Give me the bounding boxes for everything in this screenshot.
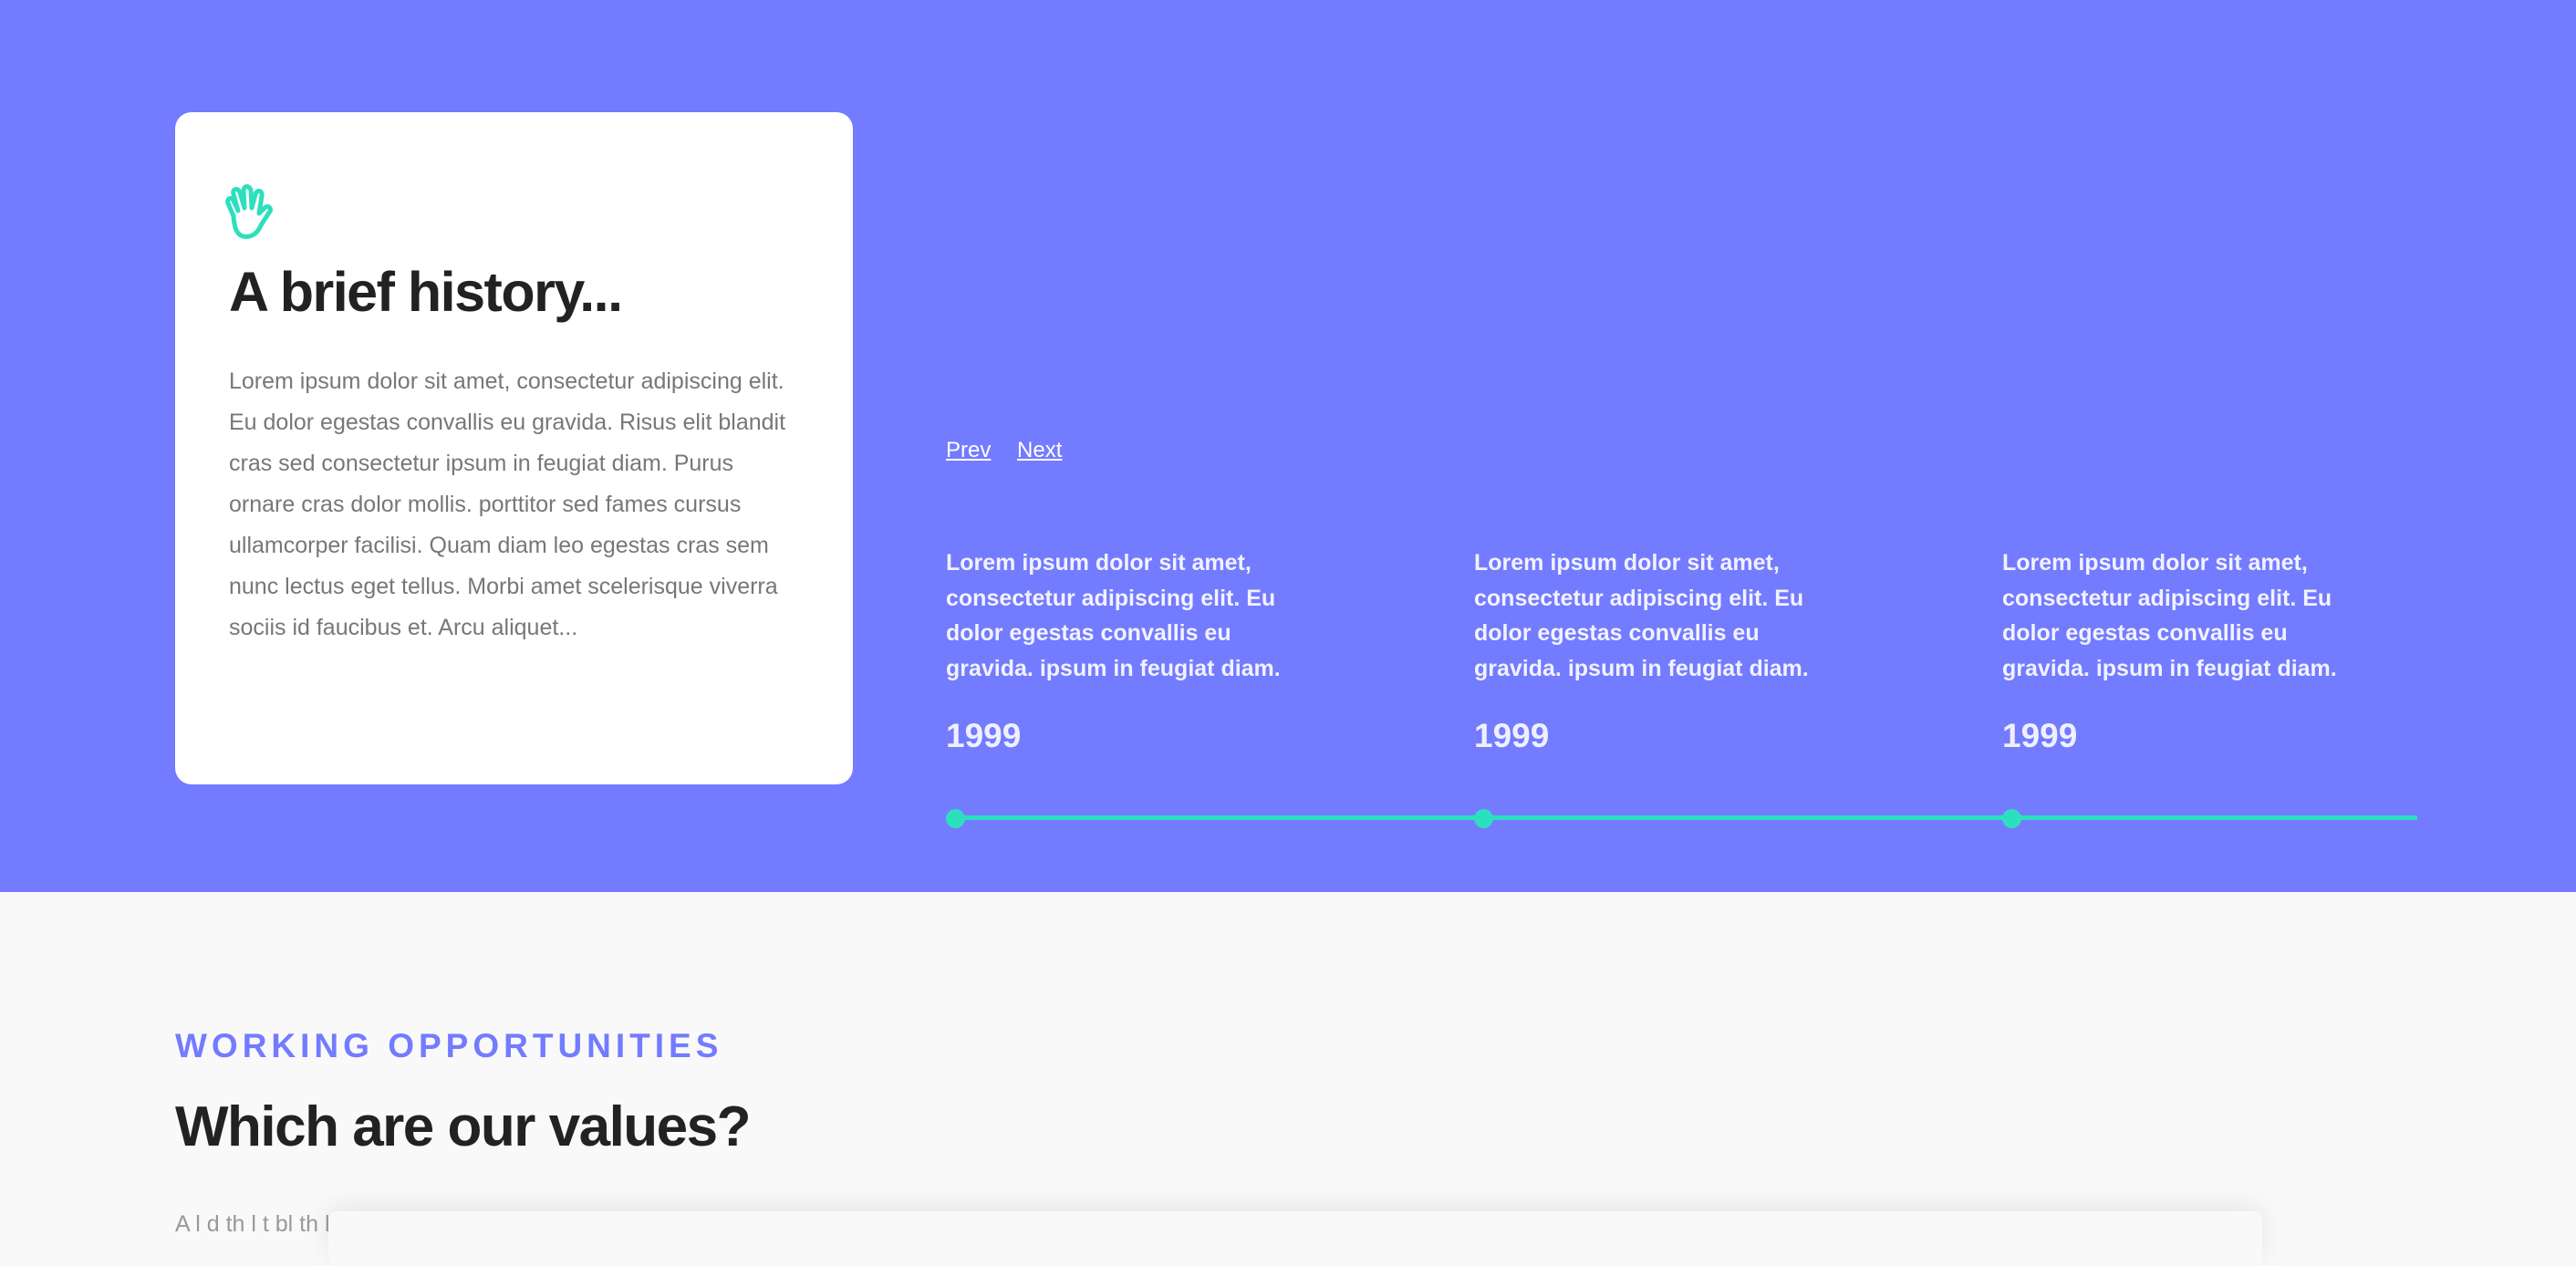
timeline-dot	[946, 809, 965, 828]
timeline-line	[956, 815, 2417, 820]
timeline-dot	[1474, 809, 1493, 828]
values-card	[328, 1211, 2262, 1266]
timeline-event: Lorem ipsum dolor sit amet, consectetur …	[946, 545, 1293, 754]
history-section: A brief history... Lorem ipsum dolor sit…	[0, 0, 2576, 892]
timeline-event: Lorem ipsum dolor sit amet, consectetur …	[1474, 545, 1821, 754]
prev-link[interactable]: Prev	[946, 438, 991, 462]
event-year: 1999	[1474, 717, 1550, 754]
event-year: 1999	[2002, 717, 2078, 754]
section-eyebrow: WORKING OPPORTUNITIES	[175, 1027, 723, 1064]
next-link[interactable]: Next	[1017, 438, 1062, 462]
event-text: Lorem ipsum dolor sit amet, consectetur …	[2002, 550, 2337, 681]
history-body: Lorem ipsum dolor sit amet, consectetur …	[229, 368, 786, 640]
section-title: Which are our values?	[175, 1095, 752, 1158]
history-card: A brief history... Lorem ipsum dolor sit…	[175, 112, 853, 784]
event-text: Lorem ipsum dolor sit amet, consectetur …	[946, 550, 1281, 681]
history-title: A brief history...	[229, 261, 623, 323]
timeline-event: Lorem ipsum dolor sit amet, consectetur …	[2002, 545, 2349, 754]
event-text: Lorem ipsum dolor sit amet, consectetur …	[1474, 550, 1809, 681]
hand-wave-icon	[225, 184, 273, 239]
event-year: 1999	[946, 717, 1022, 754]
timeline-dot	[2002, 809, 2021, 828]
timeline-nav: Prev Next	[946, 438, 1082, 463]
